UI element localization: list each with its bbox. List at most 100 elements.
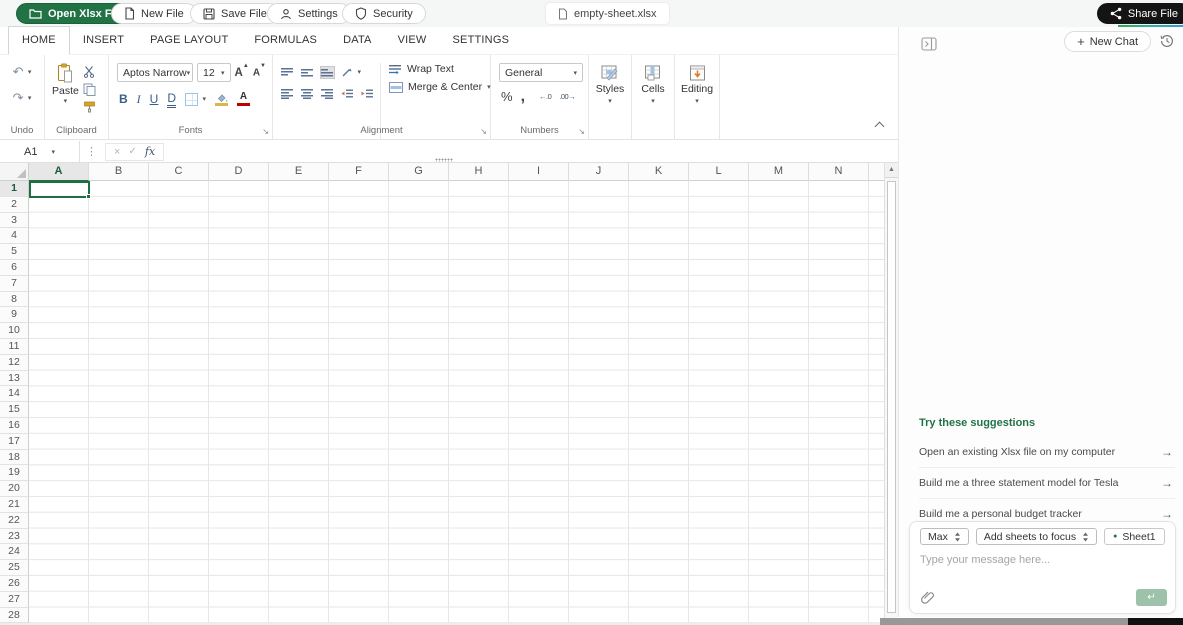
row-header-28[interactable]: 28 (0, 607, 29, 624)
column-header-l[interactable]: L (689, 163, 749, 181)
security-button[interactable]: Security (342, 3, 426, 24)
send-message-button[interactable]: ↵ (1136, 589, 1167, 606)
double-underline-button[interactable]: D (167, 91, 177, 108)
align-center-button[interactable] (301, 88, 314, 99)
row-header-22[interactable]: 22 (0, 512, 29, 529)
row-header-20[interactable]: 20 (0, 481, 29, 497)
row-header-7[interactable]: 7 (0, 275, 29, 292)
borders-button[interactable] (185, 90, 206, 108)
merge-center-button[interactable]: Merge & Center (389, 81, 491, 93)
align-top-button[interactable] (281, 67, 294, 78)
confirm-entry-button[interactable]: ✓ (128, 146, 136, 157)
row-header-18[interactable]: 18 (0, 449, 29, 466)
row-header-14[interactable]: 14 (0, 386, 29, 403)
increase-decimal-button[interactable]: ←.0 (539, 92, 552, 101)
file-tab[interactable]: empty-sheet.xlsx (545, 2, 670, 25)
font-color-button[interactable]: A (236, 92, 250, 106)
arrow-right-icon[interactable]: → (1161, 507, 1173, 521)
styles-button[interactable]: Styles (589, 63, 631, 105)
scroll-up-icon[interactable]: ▲ (885, 163, 898, 178)
row-header-11[interactable]: 11 (0, 338, 29, 355)
decrease-decimal-button[interactable]: .00→ (559, 92, 575, 101)
column-header-m[interactable]: M (749, 163, 809, 181)
row-header-16[interactable]: 16 (0, 417, 29, 434)
row-header-24[interactable]: 24 (0, 544, 29, 561)
undo-button[interactable]: ↶ (13, 63, 32, 81)
numbers-dialog-launcher[interactable]: ↘ (578, 127, 585, 136)
row-header-5[interactable]: 5 (0, 244, 29, 260)
underline-button[interactable]: U (150, 92, 159, 106)
scrollbar-thumb[interactable] (887, 181, 896, 613)
arrow-right-icon[interactable]: → (1161, 476, 1173, 490)
number-format-select[interactable]: General (499, 63, 583, 82)
row-header-2[interactable]: 2 (0, 196, 29, 213)
attach-file-button[interactable] (920, 590, 935, 605)
sheet-chip[interactable]: ● Sheet1 (1104, 528, 1165, 545)
paste-dropdown-icon[interactable] (64, 97, 68, 105)
row-header-13[interactable]: 13 (0, 370, 29, 387)
row-header-6[interactable]: 6 (0, 259, 29, 276)
shrink-font-button[interactable]: A▼ (253, 63, 266, 78)
column-header-g[interactable]: G (389, 163, 449, 181)
column-header-k[interactable]: K (629, 163, 689, 181)
row-header-12[interactable]: 12 (0, 354, 29, 371)
redo-dropdown-icon[interactable] (28, 94, 32, 102)
arrow-right-icon[interactable]: → (1161, 445, 1173, 459)
column-header-e[interactable]: E (269, 163, 329, 181)
bold-button[interactable]: B (119, 92, 128, 106)
collapse-ribbon-icon[interactable] (876, 121, 884, 129)
column-header-c[interactable]: C (149, 163, 209, 181)
font-size-select[interactable]: 12 (197, 63, 231, 82)
insert-function-button[interactable]: fx (145, 145, 155, 158)
editing-button[interactable]: Editing (675, 63, 719, 105)
row-header-19[interactable]: 19 (0, 465, 29, 482)
model-selector[interactable]: Max (920, 528, 969, 545)
ribbon-tab-page-layout[interactable]: PAGE LAYOUT (137, 27, 241, 54)
column-header-j[interactable]: J (569, 163, 629, 181)
message-input[interactable]: Type your message here... (920, 554, 1165, 584)
orientation-button[interactable] (341, 63, 361, 81)
suggestion-item-1[interactable]: Open an existing Xlsx file on my compute… (919, 437, 1175, 468)
italic-button[interactable]: I (137, 92, 141, 106)
cut-button[interactable] (83, 65, 96, 78)
select-all-corner[interactable] (0, 163, 29, 181)
font-name-select[interactable]: Aptos Narrow (117, 63, 193, 82)
undo-dropdown-icon[interactable] (28, 68, 32, 76)
collapse-panel-button[interactable] (921, 37, 937, 51)
column-header-d[interactable]: D (209, 163, 269, 181)
decrease-indent-button[interactable] (341, 88, 354, 99)
suggestion-item-2[interactable]: Build me a three statement model for Tes… (919, 468, 1175, 499)
row-header-23[interactable]: 23 (0, 528, 29, 545)
align-middle-button[interactable] (301, 67, 314, 78)
cells-area[interactable] (29, 181, 884, 624)
column-header-a[interactable]: A (29, 163, 89, 181)
row-header-21[interactable]: 21 (0, 496, 29, 513)
row-header-17[interactable]: 17 (0, 433, 29, 450)
cancel-entry-button[interactable]: × (114, 146, 120, 158)
row-header-3[interactable]: 3 (0, 212, 29, 229)
new-chat-button[interactable]: + New Chat (1064, 31, 1151, 52)
ribbon-tab-data[interactable]: DATA (330, 27, 385, 54)
ribbon-tab-formulas[interactable]: FORMULAS (241, 27, 330, 54)
row-header-26[interactable]: 26 (0, 575, 29, 592)
cells-button[interactable]: Cells (632, 63, 674, 105)
ribbon-tab-insert[interactable]: INSERT (70, 27, 137, 54)
copy-button[interactable] (83, 83, 96, 96)
chat-history-button[interactable] (1159, 33, 1175, 49)
formula-bar-drag-handle[interactable] (435, 158, 453, 162)
vertical-scrollbar[interactable]: ▲ (884, 163, 898, 621)
row-header-1[interactable]: 1 (0, 181, 29, 197)
comma-style-button[interactable]: , (521, 88, 525, 104)
column-header-h[interactable]: H (449, 163, 509, 181)
share-file-button[interactable]: Share File (1096, 3, 1183, 24)
new-file-button[interactable]: New File (111, 3, 197, 24)
row-header-15[interactable]: 15 (0, 402, 29, 418)
row-header-25[interactable]: 25 (0, 560, 29, 576)
row-header-4[interactable]: 4 (0, 228, 29, 245)
ribbon-tab-home[interactable]: HOME (8, 26, 70, 55)
fonts-dialog-launcher[interactable]: ↘ (262, 127, 269, 136)
row-header-10[interactable]: 10 (0, 323, 29, 339)
column-header-n[interactable]: N (809, 163, 869, 181)
ribbon-tab-view[interactable]: VIEW (385, 27, 440, 54)
increase-indent-button[interactable] (361, 88, 374, 99)
